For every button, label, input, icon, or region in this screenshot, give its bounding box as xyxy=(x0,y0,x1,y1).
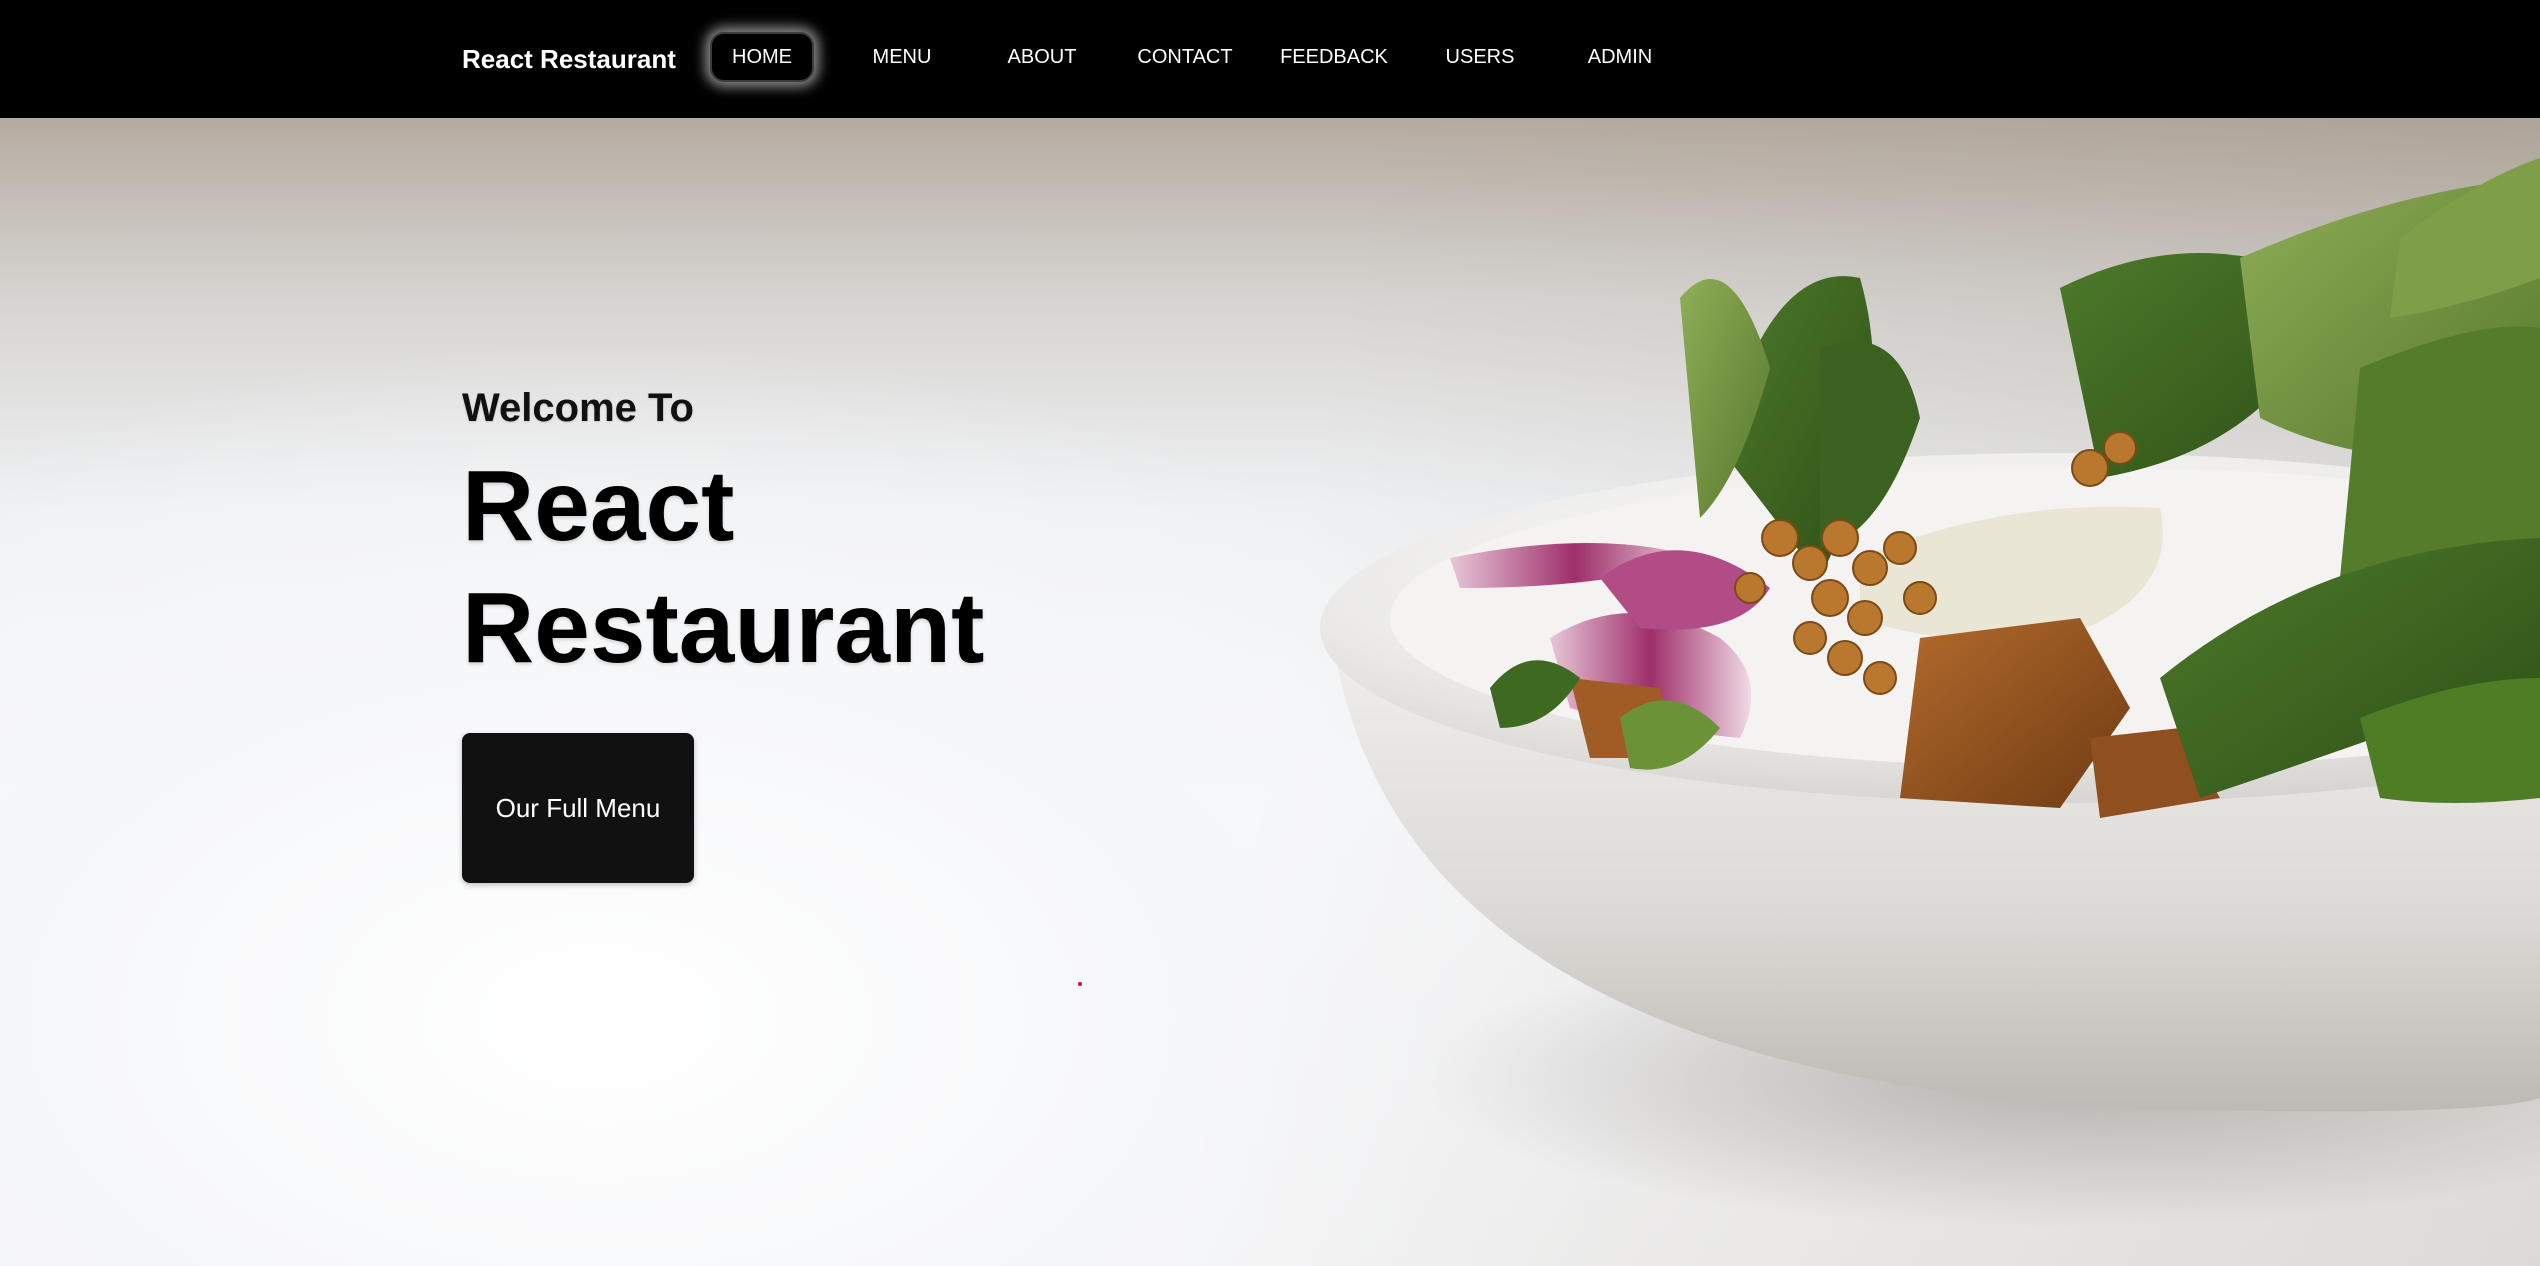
nav-link-contact[interactable]: CONTACT xyxy=(1135,32,1235,82)
nav-link-menu[interactable]: MENU xyxy=(862,32,942,82)
decorative-dot xyxy=(1078,982,1082,986)
hero-section: Welcome To React Restaurant Our Full Men… xyxy=(0,118,2540,1266)
page: React Restaurant HOME MENU ABOUT CONTACT… xyxy=(0,0,2540,1266)
nav-link-about[interactable]: ABOUT xyxy=(999,32,1085,82)
brand-link[interactable]: React Restaurant xyxy=(462,39,676,79)
nav-link-home[interactable]: HOME xyxy=(710,32,814,82)
our-full-menu-button[interactable]: Our Full Menu xyxy=(462,733,694,883)
nav-link-users[interactable]: USERS xyxy=(1440,32,1520,82)
salad-bowl-image xyxy=(1320,158,2540,1228)
nav-link-feedback[interactable]: FEEDBACK xyxy=(1280,32,1388,82)
nav-link-admin[interactable]: ADMIN xyxy=(1578,32,1662,82)
top-navbar: React Restaurant HOME MENU ABOUT CONTACT… xyxy=(0,0,2540,118)
welcome-heading: Welcome To xyxy=(462,386,694,430)
hero-title: React Restaurant xyxy=(462,450,985,684)
